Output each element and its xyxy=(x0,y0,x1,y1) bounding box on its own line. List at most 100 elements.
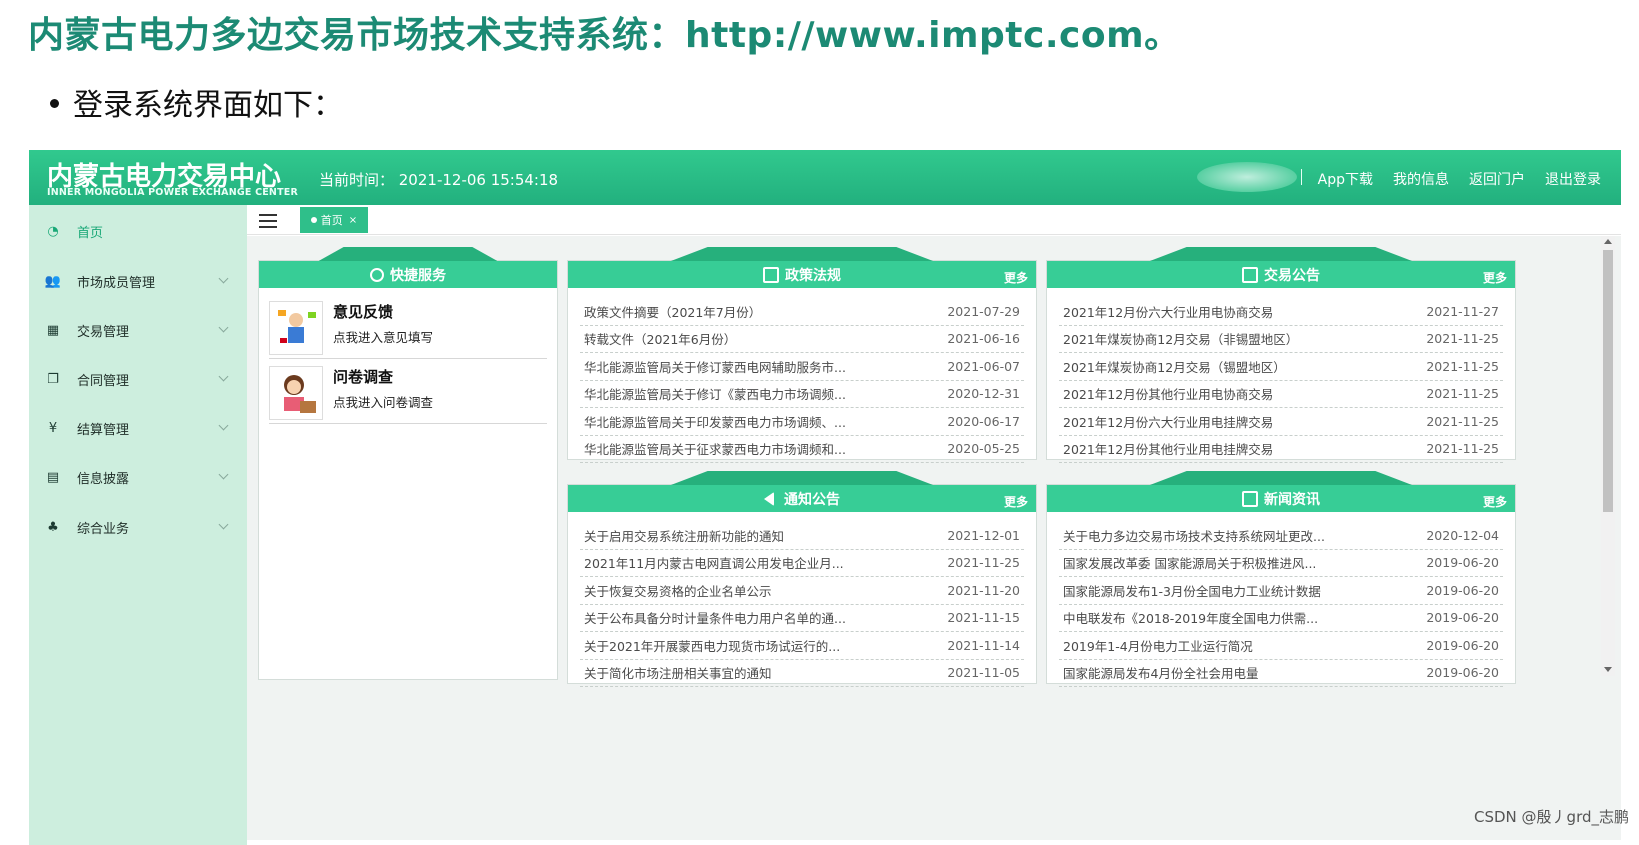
sidebar-item-settlement-management[interactable]: ¥ 结算管理 xyxy=(29,408,247,448)
scroll-thumb[interactable] xyxy=(1603,250,1613,512)
item-date: 2020-12-31 xyxy=(947,386,1020,401)
grid-icon: ▦ xyxy=(45,322,61,338)
more-link[interactable]: 更多 xyxy=(1004,493,1028,510)
list-item[interactable]: 2021年11月内蒙古电网直调公用发电企业月...2021-11-25 xyxy=(580,550,1024,578)
service-icon xyxy=(370,268,384,282)
more-link[interactable]: 更多 xyxy=(1483,269,1507,286)
list-item[interactable]: 关于2021年开展蒙西电力现货市场试运行的... 2021-11-14 xyxy=(580,632,1024,660)
item-date: 2020-05-25 xyxy=(947,441,1020,456)
list-item[interactable]: 华北能源监管局关于修订蒙西电网辅助服务市...2021-06-07 xyxy=(580,353,1024,381)
sidebar-item-disclosure[interactable]: ▤ 信息披露 xyxy=(29,457,247,497)
logout-link[interactable]: 退出登录 xyxy=(1545,169,1601,189)
sitemap-icon: ♣ xyxy=(45,519,61,535)
tab-bar: 首页 × xyxy=(247,205,1621,235)
item-date: 2021-11-14 xyxy=(947,638,1020,653)
avatar[interactable] xyxy=(1197,162,1297,192)
news-icon xyxy=(1242,491,1258,507)
list-item[interactable]: 关于简化市场注册相关事宜的通知2021-11-05 xyxy=(580,660,1024,688)
return-portal-link[interactable]: 返回门户 xyxy=(1469,169,1525,189)
scroll-up-icon[interactable] xyxy=(1604,239,1612,244)
list-item[interactable]: 2021年煤炭协商12月交易（非锡盟地区）2021-11-25 xyxy=(1059,326,1503,354)
list-item[interactable]: 中电联发布《2018-2019年度全国电力供需...2019-06-20 xyxy=(1059,605,1503,633)
app-download-link[interactable]: App下载 xyxy=(1318,169,1373,189)
panel-title-text: 通知公告 xyxy=(784,489,840,509)
list-item[interactable]: 转载文件（2021年6月份）2021-06-16 xyxy=(580,326,1024,354)
dashboard-icon: ◔ xyxy=(45,223,61,239)
list-item[interactable]: 国家能源局发布4月份全社会用电量2019-06-20 xyxy=(1059,660,1503,688)
list-item[interactable]: 国家发展改革委 国家能源局关于积极推进风...2019-06-20 xyxy=(1059,550,1503,578)
item-title: 关于2021年开展蒙西电力现货市场试运行的... xyxy=(584,636,840,655)
feedback-item[interactable]: 意见反馈 点我进入意见填写 xyxy=(269,297,547,359)
item-date: 2019-06-20 xyxy=(1426,638,1499,653)
list-item[interactable]: 2021年12月份其他行业用电协商交易2021-11-25 xyxy=(1059,381,1503,409)
list-item[interactable]: 2021年12月份六大行业用电协商交易2021-11-27 xyxy=(1059,298,1503,326)
policy-icon xyxy=(763,267,779,283)
item-date: 2021-11-25 xyxy=(1426,386,1499,401)
list-item[interactable]: 关于电力多边交易市场技术支持系统网址更改...2020-12-04 xyxy=(1059,522,1503,550)
survey-item[interactable]: 问卷调查 点我进入问卷调查 xyxy=(269,362,547,424)
more-link[interactable]: 更多 xyxy=(1004,269,1028,286)
list-item[interactable]: 2021年煤炭协商12月交易（锡盟地区）2021-11-25 xyxy=(1059,353,1503,381)
feedback-illustration xyxy=(269,301,323,355)
sidebar-item-general-business[interactable]: ♣ 综合业务 xyxy=(29,507,247,547)
tab-label: 首页 xyxy=(321,212,343,228)
bullet-text: 登录系统界面如下： xyxy=(73,88,343,123)
item-title: 关于电力多边交易市场技术支持系统网址更改... xyxy=(1063,526,1325,545)
sidebar-item-contract-management[interactable]: ❐ 合同管理 xyxy=(29,359,247,399)
panel-title: 快捷服务 xyxy=(259,261,557,288)
policy-list: 政策文件摘要（2021年7月份）2021-07-29 转载文件（2021年6月份… xyxy=(580,298,1024,463)
survey-subtitle: 点我进入问卷调查 xyxy=(333,392,433,411)
item-title: 华北能源监管局关于印发蒙西电力市场调频、... xyxy=(584,412,846,431)
item-date: 2021-11-15 xyxy=(947,610,1020,625)
policy-panel: 政策法规 更多 政策文件摘要（2021年7月份）2021-07-29 转载文件（… xyxy=(567,260,1037,460)
trade-notice-panel: 交易公告 更多 2021年12月份六大行业用电协商交易2021-11-27 20… xyxy=(1046,260,1516,460)
sidebar-item-label: 交易管理 xyxy=(77,321,129,340)
yen-icon: ¥ xyxy=(45,420,61,436)
list-item[interactable]: 2021年12月份六大行业用电挂牌交易2021-11-25 xyxy=(1059,408,1503,436)
list-item[interactable]: 华北能源监管局关于修订《蒙西电力市场调频... 2020-12-31 xyxy=(580,381,1024,409)
list-item[interactable]: 国家能源局发布1-3月份全国电力工业统计数据2019-06-20 xyxy=(1059,577,1503,605)
feedback-title: 意见反馈 xyxy=(333,301,393,322)
users-icon: 👥 xyxy=(45,273,61,289)
list-item[interactable]: 关于启用交易系统注册新功能的通知2021-12-01 xyxy=(580,522,1024,550)
item-title: 中电联发布《2018-2019年度全国电力供需... xyxy=(1063,608,1318,627)
item-date: 2020-06-17 xyxy=(947,414,1020,429)
slide-title: 内蒙古电力多边交易市场技术支持系统：http://www.imptc.com。 xyxy=(28,6,1181,58)
scroll-down-icon[interactable] xyxy=(1604,667,1612,672)
sidebar-item-trade-management[interactable]: ▦ 交易管理 xyxy=(29,310,247,350)
survey-title: 问卷调查 xyxy=(333,366,393,387)
top-links: App下载 我的信息 返回门户 退出登录 xyxy=(1301,169,1601,189)
more-link[interactable]: 更多 xyxy=(1483,493,1507,510)
close-icon[interactable]: × xyxy=(349,215,357,226)
tab-home[interactable]: 首页 × xyxy=(300,207,368,233)
item-date: 2021-11-25 xyxy=(1426,331,1499,346)
list-item[interactable]: 华北能源监管局关于印发蒙西电力市场调频、... 2020-06-17 xyxy=(580,408,1024,436)
vertical-scrollbar[interactable] xyxy=(1601,236,1615,676)
my-info-link[interactable]: 我的信息 xyxy=(1393,169,1449,189)
list-item[interactable]: 华北能源监管局关于征求蒙西电力市场调频和... 2020-05-25 xyxy=(580,436,1024,464)
list-item[interactable]: 2019年1-4月份电力工业运行简况 2019-06-20 xyxy=(1059,632,1503,660)
item-date: 2021-11-20 xyxy=(947,583,1020,598)
panel-title-text: 快捷服务 xyxy=(390,265,446,285)
list-item[interactable]: 2021年12月份其他行业用电挂牌交易2021-11-25 xyxy=(1059,436,1503,464)
sidebar-item-label: 合同管理 xyxy=(77,370,129,389)
list-item[interactable]: 政策文件摘要（2021年7月份）2021-07-29 xyxy=(580,298,1024,326)
item-title: 华北能源监管局关于征求蒙西电力市场调频和... xyxy=(584,439,846,458)
item-date: 2021-11-25 xyxy=(1426,359,1499,374)
sidebar-item-member-management[interactable]: 👥 市场成员管理 xyxy=(29,261,247,301)
announcement-panel: 通知公告 更多 关于启用交易系统注册新功能的通知2021-12-01 2021年… xyxy=(567,484,1037,684)
item-title: 华北能源监管局关于修订《蒙西电力市场调频... xyxy=(584,384,846,403)
item-date: 2019-06-20 xyxy=(1426,583,1499,598)
item-date: 2021-06-16 xyxy=(947,331,1020,346)
item-title: 2021年12月份六大行业用电协商交易 xyxy=(1063,302,1273,321)
menu-toggle-icon[interactable] xyxy=(259,214,277,228)
panel-title-text: 政策法规 xyxy=(785,265,841,285)
bullet-dot xyxy=(50,99,59,108)
item-title: 2019年1-4月份电力工业运行简况 xyxy=(1063,636,1253,655)
sidebar-item-home[interactable]: ◔ 首页 xyxy=(29,211,247,251)
panel-title-text: 新闻资讯 xyxy=(1264,489,1320,509)
list-item[interactable]: 关于公布具备分时计量条件电力用户名单的通...2021-11-15 xyxy=(580,605,1024,633)
list-item[interactable]: 关于恢复交易资格的企业名单公示2021-11-20 xyxy=(580,577,1024,605)
announcement-list: 关于启用交易系统注册新功能的通知2021-12-01 2021年11月内蒙古电网… xyxy=(580,522,1024,687)
item-title: 国家能源局发布4月份全社会用电量 xyxy=(1063,663,1258,682)
